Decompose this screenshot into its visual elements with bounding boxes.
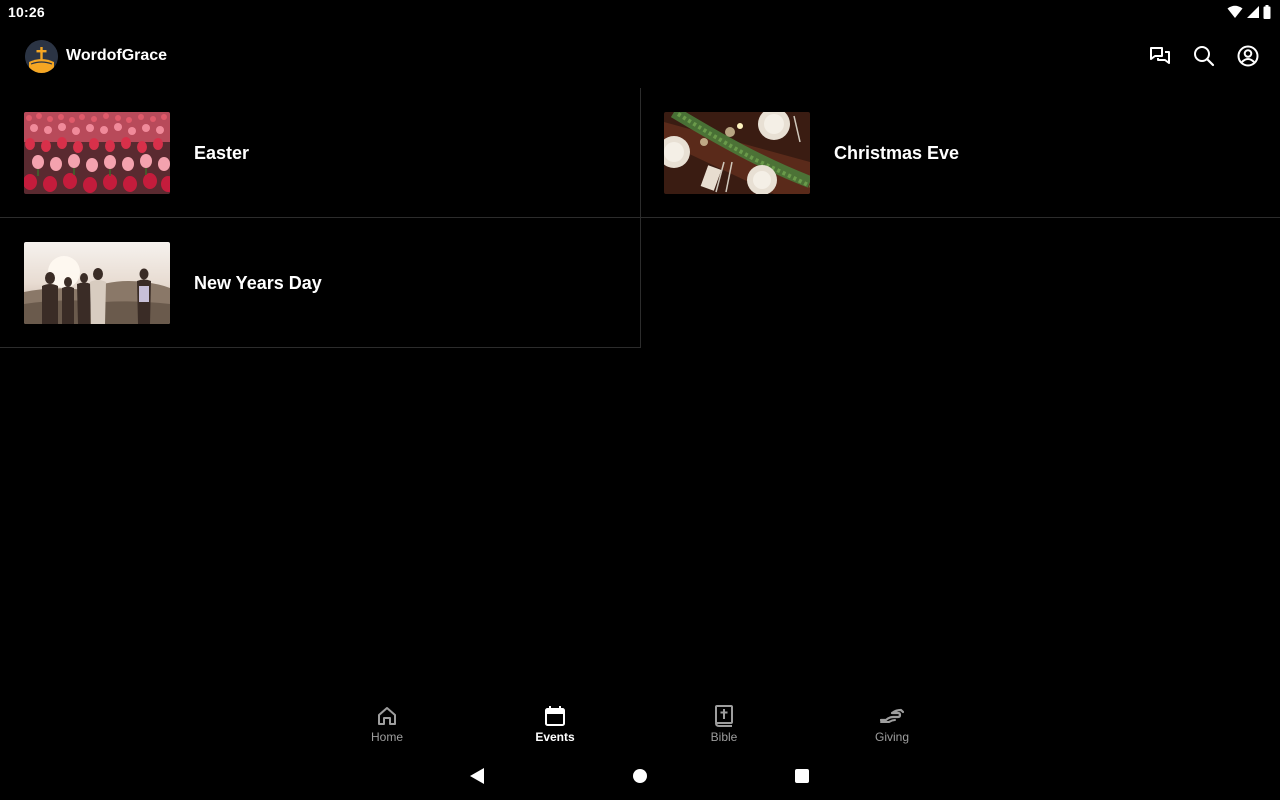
tulips-photo xyxy=(24,112,170,194)
event-title: Christmas Eve xyxy=(834,142,960,163)
app-logo xyxy=(25,39,58,73)
account-icon xyxy=(1237,45,1259,67)
event-card-new-years-day[interactable]: New Years Day xyxy=(0,218,640,348)
bible-icon xyxy=(714,704,734,728)
chat-icon xyxy=(1150,47,1170,64)
nav-label: Bible xyxy=(710,730,738,744)
nav-label: Home xyxy=(370,730,403,744)
event-thumbnail xyxy=(664,112,810,194)
back-icon xyxy=(470,768,484,784)
event-title: Easter xyxy=(194,142,250,163)
bottom-nav: Home Events Bible Giving xyxy=(0,700,1280,752)
app-title: WordofGrace xyxy=(66,47,168,64)
status-bar: 10:26 xyxy=(0,0,1280,24)
status-icons xyxy=(1227,5,1271,19)
nav-item-bible[interactable]: Bible xyxy=(664,704,784,750)
grid-divider-row-1 xyxy=(0,217,1280,218)
grid-divider-vertical xyxy=(640,88,641,348)
chat-button[interactable] xyxy=(1148,44,1172,68)
event-card-christmas-eve[interactable]: Christmas Eve xyxy=(640,88,1280,218)
nav-item-giving[interactable]: Giving xyxy=(832,704,952,750)
recents-button[interactable] xyxy=(794,768,810,789)
nav-label: Giving xyxy=(874,730,909,744)
square-recents-icon xyxy=(795,769,809,783)
back-button[interactable] xyxy=(469,767,485,790)
event-card-easter[interactable]: Easter xyxy=(0,88,640,218)
nav-item-events[interactable]: Events xyxy=(495,704,615,750)
brand: WordofGrace xyxy=(25,39,168,73)
cell-signal-icon xyxy=(1247,6,1259,18)
dinner-table-photo xyxy=(664,112,810,194)
search-button[interactable] xyxy=(1192,44,1216,68)
wifi-icon xyxy=(1227,5,1243,19)
giving-hand-icon xyxy=(880,704,904,728)
calendar-icon xyxy=(544,704,566,728)
search-icon xyxy=(1194,46,1215,67)
friends-sunset-photo xyxy=(24,242,170,324)
home-icon xyxy=(376,704,398,728)
circle-home-icon xyxy=(633,769,647,783)
status-time: 10:26 xyxy=(8,4,45,20)
app-bar-actions xyxy=(1148,44,1260,68)
battery-icon xyxy=(1263,5,1271,19)
home-system-button[interactable] xyxy=(632,768,648,789)
event-thumbnail xyxy=(24,112,170,194)
system-nav-bar xyxy=(0,752,1280,800)
cross-logo-icon xyxy=(25,39,58,73)
event-thumbnail xyxy=(24,242,170,324)
grid-divider-row-2 xyxy=(0,347,641,348)
nav-item-home[interactable]: Home xyxy=(327,704,447,750)
account-button[interactable] xyxy=(1236,44,1260,68)
app-bar: WordofGrace xyxy=(0,24,1280,88)
event-title: New Years Day xyxy=(194,272,322,293)
nav-label: Events xyxy=(535,730,575,744)
